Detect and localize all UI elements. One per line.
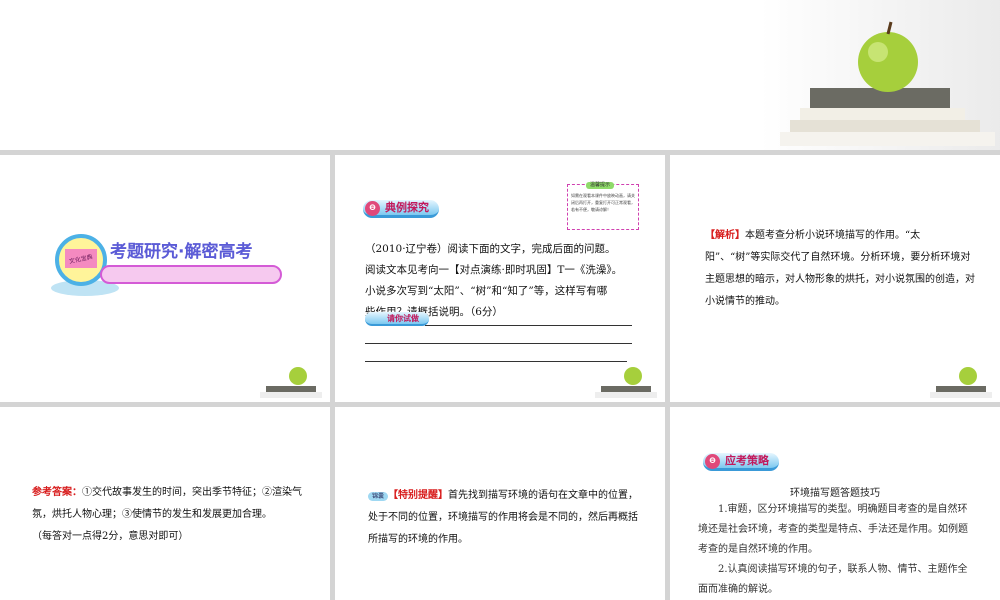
question-text: （2010·辽宁卷）阅读下面的文字，完成后面的问题。 阅读文本见考向一【对点演练·… <box>365 243 623 318</box>
tip-note: 温馨提示 如需在观看本课件中放映动画，请关闭后再打开，重复打开可正常观看，若有不… <box>567 182 639 230</box>
slide-thumbnail-5[interactable]: 锦囊 【特别提醒】首先找到描写环境的语句在文章中的位置，处于不同的位置，环境描写的… <box>335 407 665 600</box>
slide-thumbnail-6[interactable]: ⊖ 应考策略 环境描写题答题技巧 1.审题，区分环境描写的类型。明确题目考查的是自… <box>670 407 1000 600</box>
try-badge: 请你试做 <box>365 312 429 326</box>
analysis-text: 【解析】本题考查分析小说环境描写的作用。“太阳”、“树”等实际交代了自然环境。分… <box>705 230 975 307</box>
answer-line[interactable] <box>365 343 632 344</box>
answer-text: 参考答案：①交代故事发生的时间，突出季节特征；②渲染气氛，烘托人物心理；③使情节… <box>32 487 302 542</box>
tip-title: 温馨提示 <box>586 182 615 189</box>
books-apple-illustration <box>760 0 1000 150</box>
slide-thumbnail-1[interactable]: 文化宝典 考题研究·解密高考 <box>0 155 330 402</box>
section-badge: ⊖ 应考策略 <box>703 453 779 471</box>
reminder-text: 锦囊 【特别提醒】首先找到描写环境的语句在文章中的位置，处于不同的位置，环境描写的… <box>368 490 639 545</box>
badge-circle-icon: ⊖ <box>365 201 380 216</box>
title-underline-bar <box>100 265 282 284</box>
badge-circle-icon: ⊖ <box>705 454 720 469</box>
strategy-heading: 环境描写题答题技巧 <box>790 488 880 499</box>
answer-line[interactable] <box>425 325 632 326</box>
strategy-text: 1.审题，区分环境描写的类型。明确题目考查的是自然环境还是社会环境，考查的类型是… <box>698 504 968 595</box>
slide-thumbnail-4[interactable]: 参考答案：①交代故事发生的时间，突出季节特征；②渲染气氛，烘托人物心理；③使情节… <box>0 407 330 600</box>
books-apple-icon <box>930 367 992 398</box>
slide-thumbnail-top[interactable] <box>0 0 1000 150</box>
books-apple-icon <box>260 367 322 398</box>
slide-thumbnail-3[interactable]: 【解析】本题考查分析小说环境描写的作用。“太阳”、“树”等实际交代了自然环境。分… <box>670 155 1000 402</box>
answer-line[interactable] <box>365 361 627 362</box>
slide-title: 考题研究·解密高考 <box>110 242 253 262</box>
tip-tag: 锦囊 <box>368 492 389 501</box>
slide-thumbnail-2[interactable]: ⊖ 典例探究 温馨提示 如需在观看本课件中放映动画，请关闭后再打开，重复打开可正常… <box>335 155 665 402</box>
books-apple-icon <box>595 367 657 398</box>
section-badge: ⊖ 典例探究 <box>363 200 439 218</box>
